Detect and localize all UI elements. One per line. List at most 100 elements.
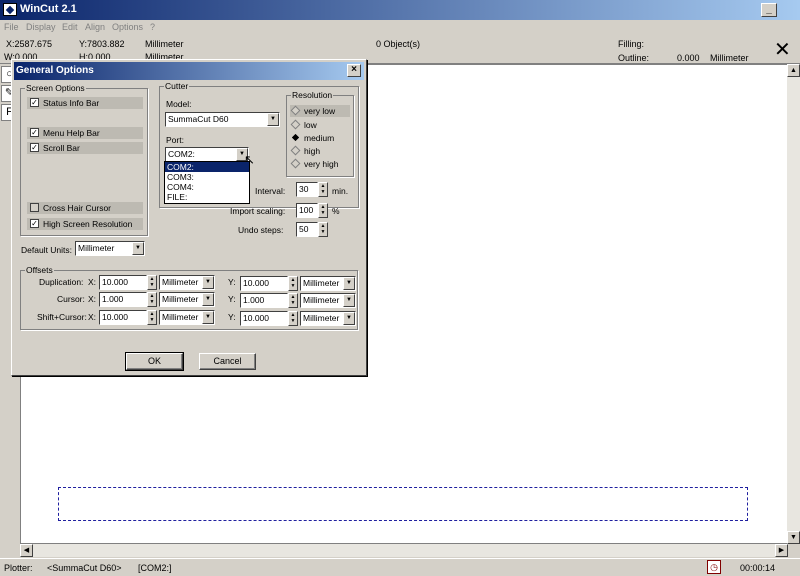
menu-options[interactable]: Options [112, 22, 143, 32]
dialog-close-icon[interactable]: × [347, 64, 361, 77]
checkbox-checked-icon: ✓ [30, 219, 39, 228]
undo-steps-input[interactable]: 50 [296, 222, 318, 237]
shift-cursor-x-input[interactable]: 10.000 [99, 310, 147, 325]
undo-steps-spinner[interactable]: ▲ ▼ [318, 222, 328, 237]
model-select[interactable]: SummaCut D60 ▼ [165, 112, 280, 127]
shift-cursor-x-spinner[interactable]: ▲ ▼ [147, 310, 157, 325]
cursor-y-label: Y: [228, 294, 236, 304]
port-dropdown-list[interactable]: COM2: COM3: COM4: FILE: [164, 161, 250, 204]
cursor-label: Cursor: [57, 294, 85, 304]
resolution-medium-radio[interactable]: medium [290, 132, 334, 144]
scroll-left-icon[interactable]: ◀ [20, 544, 33, 557]
interval-spinner[interactable]: ▲ ▼ [318, 182, 328, 197]
duplication-y-spinner[interactable]: ▲ ▼ [288, 276, 298, 291]
cursor-y-input[interactable]: 1.000 [240, 293, 288, 308]
duplication-x-input[interactable]: 10.000 [99, 275, 147, 290]
checkbox-checked-icon: ✓ [30, 98, 39, 107]
import-scaling-label: Import scaling: [230, 206, 286, 216]
menu-file[interactable]: File [4, 22, 19, 32]
import-scaling-input[interactable]: 100 [296, 203, 318, 218]
port-option[interactable]: COM3: [165, 172, 249, 182]
plotter-label: Plotter: [4, 563, 33, 573]
cancel-button[interactable]: Cancel [199, 353, 256, 370]
cursor-y-unit-select[interactable]: Millimeter ▼ [300, 293, 356, 308]
ok-button[interactable]: OK [125, 352, 184, 371]
radio-icon [290, 158, 301, 169]
scroll-right-icon[interactable]: ▶ [775, 544, 788, 557]
resolution-group: Resolution very low low medium high very… [286, 90, 354, 177]
menu-help-bar-checkbox[interactable]: ✓ Menu Help Bar [27, 127, 143, 139]
resolution-very-high-radio[interactable]: very high [290, 158, 339, 170]
interval-unit: min. [332, 186, 349, 196]
interval-input[interactable]: 30 [296, 182, 318, 197]
screen-options-group: Screen Options ✓ Status Info Bar ✓ Menu He… [20, 83, 148, 236]
chevron-down-icon[interactable]: ▼ [202, 311, 214, 324]
checkbox-checked-icon: ✓ [30, 128, 39, 137]
undo-steps-label: Undo steps: [238, 225, 284, 235]
menu-display[interactable]: Display [26, 22, 56, 32]
chevron-down-icon[interactable]: ▼ [202, 293, 214, 306]
cursor-x-spinner[interactable]: ▲ ▼ [147, 292, 157, 307]
shift-cursor-y-input[interactable]: 10.000 [240, 311, 288, 326]
media-boundary [58, 487, 748, 521]
menu-align[interactable]: Align [85, 22, 105, 32]
chevron-down-icon[interactable]: ▼ [132, 242, 144, 255]
close-icon[interactable]: ✕ [774, 40, 791, 60]
shift-cursor-x-value: 10.000 [102, 312, 128, 322]
shift-cursor-y-unit-select[interactable]: Millimeter ▼ [300, 311, 356, 326]
outline-label: Outline: [618, 53, 650, 63]
scroll-up-icon[interactable]: ▲ [787, 64, 800, 77]
app-icon [3, 3, 17, 16]
menu-edit[interactable]: Edit [62, 22, 78, 32]
coordinate-unit: Millimeter [145, 39, 184, 49]
chevron-down-icon[interactable]: ▼ [202, 276, 214, 289]
vertical-scrollbar[interactable]: ▲ ▼ [787, 64, 800, 544]
scroll-bar-checkbox[interactable]: ✓ Scroll Bar [27, 142, 143, 154]
port-option[interactable]: COM4: [165, 182, 249, 192]
chevron-down-icon[interactable]: ▼ [343, 312, 355, 325]
cursor-x-input[interactable]: 1.000 [99, 292, 147, 307]
minimize-window-button[interactable]: _ [761, 3, 777, 17]
duplication-x-spinner[interactable]: ▲ ▼ [147, 275, 157, 290]
mouse-cursor-icon: ↖ [244, 152, 255, 167]
default-units-value: Millimeter [78, 243, 115, 253]
shift-cursor-x-unit-select[interactable]: Millimeter ▼ [159, 310, 215, 325]
cursor-x-unit-select[interactable]: Millimeter ▼ [159, 292, 215, 307]
import-scaling-spinner[interactable]: ▲ ▼ [318, 203, 328, 218]
default-units-select[interactable]: Millimeter ▼ [75, 241, 145, 256]
cutter-label: Cutter [164, 81, 190, 91]
import-scaling-value: 100 [299, 205, 314, 215]
port-select[interactable]: COM2: ▼ [165, 147, 249, 162]
resolution-high-radio[interactable]: high [290, 145, 320, 157]
high-screen-resolution-checkbox[interactable]: ✓ High Screen Resolution [27, 218, 143, 230]
unit-value: Millimeter [303, 295, 340, 305]
dialog-title-bar: General Options × [14, 62, 364, 80]
y-coordinate: Y:7803.882 [79, 39, 125, 49]
status-info-bar-checkbox[interactable]: ✓ Status Info Bar [27, 97, 143, 109]
horizontal-scrollbar[interactable]: ◀ ▶ [20, 544, 788, 557]
port-value: COM2: [168, 149, 195, 159]
resolution-low-radio[interactable]: low [290, 119, 317, 131]
chevron-down-icon[interactable]: ▼ [343, 294, 355, 307]
duplication-x-unit-select[interactable]: Millimeter ▼ [159, 275, 215, 290]
chevron-down-icon[interactable]: ▼ [267, 113, 279, 126]
shift-cursor-y-spinner[interactable]: ▲ ▼ [288, 311, 298, 326]
duplication-y-input[interactable]: 10.000 [240, 276, 288, 291]
resolution-very-low-radio[interactable]: very low [290, 105, 350, 117]
radio-icon [290, 145, 301, 156]
unit-value: Millimeter [162, 294, 199, 304]
chevron-down-icon[interactable]: ▼ [343, 277, 355, 290]
radio-icon [290, 105, 301, 116]
port-option[interactable]: FILE: [165, 192, 249, 202]
cross-hair-cursor-checkbox[interactable]: Cross Hair Cursor [27, 202, 143, 214]
duplication-y-unit-select[interactable]: Millimeter ▼ [300, 276, 356, 291]
plotter-port: [COM2:] [138, 563, 172, 573]
checkbox-label: Menu Help Bar [43, 128, 100, 138]
undo-steps-value: 50 [299, 224, 309, 234]
menu-help[interactable]: ? [150, 22, 155, 32]
scroll-down-icon[interactable]: ▼ [787, 531, 800, 544]
radio-icon [290, 119, 301, 130]
cursor-y-spinner[interactable]: ▲ ▼ [288, 293, 298, 308]
checkbox-checked-icon: ✓ [30, 143, 39, 152]
port-option[interactable]: COM2: [165, 162, 249, 172]
